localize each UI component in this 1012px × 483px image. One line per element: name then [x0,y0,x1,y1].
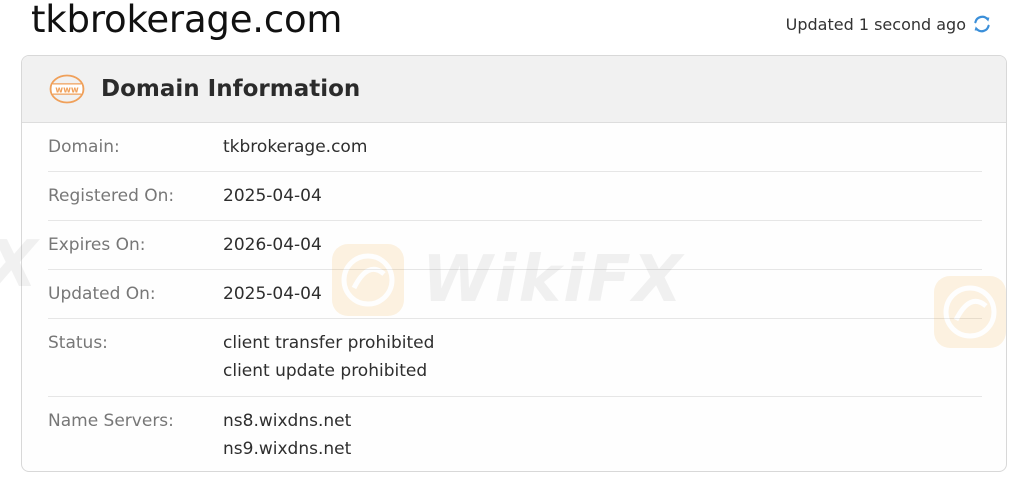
www-globe-icon: www [49,74,85,104]
value-line: tkbrokerage.com [223,137,368,157]
row-registered-on: Registered On: 2025-04-04 [48,172,982,221]
info-rows: Domain: tkbrokerage.com Registered On: 2… [22,123,1006,471]
value-line: ns8.wixdns.net [223,411,352,431]
row-value: tkbrokerage.com [223,133,367,171]
row-value: 2025-04-04 [223,182,322,220]
row-value: ns8.wixdns.net ns9.wixdns.net [223,407,352,471]
value-line: client transfer prohibited [223,333,435,353]
value-line: 2025-04-04 [223,186,322,206]
domain-info-card: www Domain Information Domain: tkbrokera… [21,55,1007,472]
value-line: ns9.wixdns.net [223,439,352,459]
refresh-icon[interactable] [972,14,992,34]
value-line: client update prohibited [223,361,428,381]
updated-text: Updated 1 second ago [785,14,966,34]
row-label: Domain: [48,137,120,157]
row-expires-on: Expires On: 2026-04-04 [48,221,982,270]
value-line: 2025-04-04 [223,284,322,304]
card-header: www Domain Information [22,56,1006,123]
row-label: Status: [48,333,108,353]
row-domain: Domain: tkbrokerage.com [48,123,982,172]
page-title: tkbrokerage.com [31,0,343,41]
row-value: client transfer prohibited client update… [223,329,434,396]
row-value: 2025-04-04 [223,280,322,318]
value-line: 2026-04-04 [223,235,322,255]
card-title: Domain Information [101,76,361,102]
row-label: Expires On: [48,235,146,255]
row-label: Name Servers: [48,411,174,431]
row-label: Updated On: [48,284,156,304]
row-updated-on: Updated On: 2025-04-04 [48,270,982,319]
update-status: Updated 1 second ago [786,14,992,34]
page: tkbrokerage.com Updated 1 second ago www [0,0,1012,483]
row-label: Registered On: [48,186,175,206]
row-value: 2026-04-04 [223,231,322,269]
www-icon-text: www [55,86,79,96]
row-name-servers: Name Servers: ns8.wixdns.net ns9.wixdns.… [48,397,982,471]
row-status: Status: client transfer prohibited clien… [48,319,982,397]
